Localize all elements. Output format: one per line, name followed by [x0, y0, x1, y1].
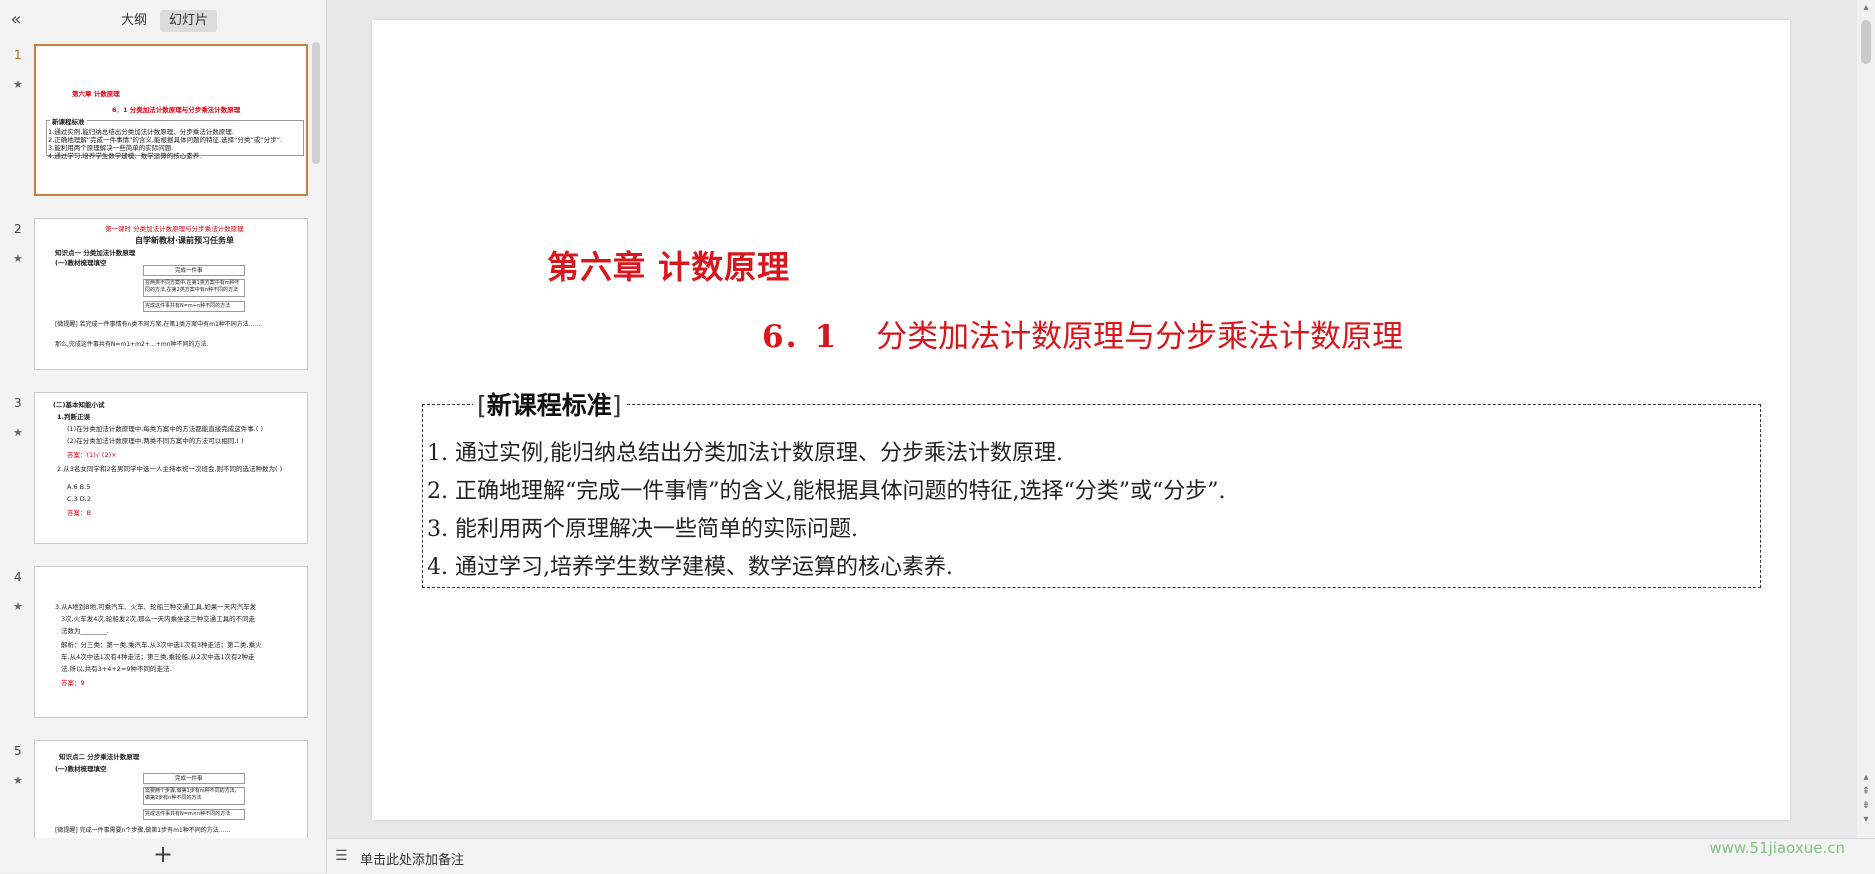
panel-scrollbar[interactable] [312, 42, 320, 164]
thumb-text: 3次,火车发4次,轮船发2次,那么一天内乘坐这三种交通工具的不同走 [61, 615, 256, 623]
thumb-text: 解析：分三类：第一类,乘汽车,从3次中选1次有3种走法；第二类,乘火 [61, 641, 262, 649]
thumb-text: 那么,完成这件事共有N=m1+m2+…+mn种不同的方法. [55, 341, 209, 348]
thumb-text: 在两类不同方案中,在第1类方案中有m种不同的方法,在第2类方案中有n种不同的方法 [145, 280, 240, 293]
scrollbar-thumb[interactable] [1861, 20, 1871, 64]
slide-canvas[interactable]: 第六章 计数原理 6．1 分类加法计数原理与分步乘法计数原理 [新课程标准] 1.… [372, 20, 1790, 820]
thumb-text: 完成这件事共有N=m×n种不同的方法 [145, 811, 231, 817]
slide-thumbnail[interactable]: 知识点二 分步乘法计数原理 (一)教材梳理填空 完成一件事 需要两个步骤,做第1… [34, 740, 308, 838]
animation-star-icon: ★ [13, 774, 23, 787]
thumb-text: 法.所以,共有3+4+2=9种不同的走法. [61, 665, 172, 673]
slide-number: 1 [14, 48, 22, 62]
thumb-text: 知识点一 分类加法计数原理 [55, 249, 136, 257]
thumb-text: 3.从A地到B地,可乘汽车、火车、轮船三种交通工具,如果一天内汽车发 [55, 603, 257, 611]
thumb-text: 知识点二 分步乘法计数原理 [59, 753, 140, 761]
thumb-text: A.6 B.5 [67, 483, 91, 491]
slides-panel: « 大纲 幻灯片 1 ★ 第六章 计数原理 6．1 分类加法计数原理与分步乘法计… [0, 0, 327, 873]
slide-thumbnail-row[interactable]: 3 ★ (二)基本知能小试 1.判断正误 (1)在分类加法计数原理中,每类方案中… [0, 388, 310, 548]
slide-thumbnail[interactable]: 3.从A地到B地,可乘汽车、火车、轮船三种交通工具,如果一天内汽车发 3次,火车… [34, 566, 308, 718]
slide-thumbnail-row[interactable]: 4 ★ 3.从A地到B地,可乘汽车、火车、轮船三种交通工具,如果一天内汽车发 3… [0, 562, 310, 722]
standard-label-text: 新课程标准 [486, 391, 612, 420]
slide-thumbnail[interactable]: (二)基本知能小试 1.判断正误 (1)在分类加法计数原理中,每类方案中的方法都… [34, 392, 308, 544]
previous-slide-icon[interactable]: ⇞ [1860, 786, 1872, 798]
thumb-text: (二)基本知能小试 [53, 401, 105, 409]
thumb-text: 法数为________. [61, 627, 109, 635]
slide-number: 2 [14, 222, 22, 236]
section-title-text: 分类加法计数原理与分步乘法计数原理 [876, 319, 1404, 355]
thumb-text: 4.通过学习,培养学生数学建模、数学运算的核心素养. [48, 152, 202, 160]
slide-thumbnail-row[interactable]: 5 ★ 知识点二 分步乘法计数原理 (一)教材梳理填空 完成一件事 需要两个步骤… [0, 736, 310, 838]
tab-slides[interactable]: 幻灯片 [160, 10, 218, 32]
thumb-text: 第六章 计数原理 [72, 90, 120, 98]
standard-item: 2. 正确地理解“完成一件事情”的含义,能根据具体问题的特征,选择“分类”或“分… [427, 479, 1226, 504]
scroll-up-icon[interactable]: ▴ [1860, 772, 1872, 784]
thumb-text: 1.判断正误 [57, 413, 90, 421]
slide-number: 5 [14, 744, 22, 758]
thumb-text: 第一课时 分类加法计数原理与分步乘法计数原理 [105, 225, 244, 233]
thumb-text: (1)在分类加法计数原理中,每类方案中的方法都能直接完成这件事.( ) [67, 425, 263, 433]
slide-thumbnail[interactable]: 第一课时 分类加法计数原理与分步乘法计数原理 自学新教材·课前预习任务单 知识点… [34, 218, 308, 370]
collapse-panel-icon[interactable]: « [6, 9, 26, 31]
standard-label: [新课程标准] [473, 386, 626, 422]
section-number: 6．1 [762, 319, 837, 355]
slide-number: 3 [14, 396, 22, 410]
thumb-text: [微提醒] 若完成一件事情有n类不同方案,在第1类方案中有m1种不同方法…… [55, 321, 261, 328]
thumb-text: 答案：9 [61, 679, 85, 687]
thumb-text: 车,从4次中选1次有4种走法；第三类,乘轮船,从2次中选1次有2种走 [61, 653, 255, 661]
thumb-text: 需要两个步骤,做第1步有m种不同的方法,做第2步有n种不同的方法 [145, 788, 237, 801]
thumb-text: (一)教材梳理填空 [55, 259, 107, 267]
thumb-text: 完成这件事共有N=m+n种不同的方法 [145, 303, 231, 309]
thumb-text: 答案：B [67, 509, 91, 517]
animation-star-icon: ★ [13, 252, 23, 265]
notes-placeholder[interactable]: 单击此处添加备注 [360, 849, 464, 868]
thumb-text: 新课程标准 [50, 116, 87, 126]
notes-icon: ☰ [335, 848, 348, 864]
curriculum-standard-box[interactable]: [新课程标准] 1. 通过实例,能归纳总结出分类加法计数原理、分步乘法计数原理.… [422, 386, 1761, 588]
thumb-text: 答案：(1)√ (2)× [67, 451, 117, 459]
thumb-text: 2.从3名女同学和2名男同学中选一人主持本班一次班会,则不同的选法种数为( ) [57, 465, 283, 473]
thumb-text: [微提醒] 完成一件事需要n个步骤,做第1步有m1种不同的方法…… [55, 827, 231, 834]
editor-scrollbar[interactable]: ▴ ▴ ⇞ ⇟ ▾ [1857, 0, 1875, 838]
scroll-up-icon[interactable]: ▴ [1860, 2, 1872, 14]
thumb-text: 完成一件事 [175, 776, 203, 782]
add-slide-button[interactable]: + [150, 842, 176, 868]
thumb-text: (2)在分类加法计数原理中,两类不同方案中的方法可以相同.( ) [67, 437, 244, 445]
thumb-text: (一)教材梳理填空 [55, 765, 107, 773]
slide-thumbnail-list: 1 ★ 第六章 计数原理 6．1 分类加法计数原理与分步乘法计数原理 新课程标准… [0, 40, 310, 838]
watermark: www.51jiaoxue.cn [1709, 839, 1845, 857]
thumb-text: C.3 D.2 [67, 495, 92, 503]
slide-editor: 第六章 计数原理 6．1 分类加法计数原理与分步乘法计数原理 [新课程标准] 1.… [327, 0, 1857, 838]
animation-star-icon: ★ [13, 426, 23, 439]
slide-number: 4 [14, 570, 22, 584]
scroll-down-icon[interactable]: ▾ [1860, 814, 1872, 826]
slide-thumbnail-row[interactable]: 1 ★ 第六章 计数原理 6．1 分类加法计数原理与分步乘法计数原理 新课程标准… [0, 40, 310, 200]
thumb-text: 完成一件事 [175, 268, 203, 274]
standard-item: 3. 能利用两个原理解决一些简单的实际问题. [427, 517, 858, 542]
panel-header: « 大纲 幻灯片 [0, 0, 326, 40]
animation-star-icon: ★ [13, 600, 23, 613]
chapter-title[interactable]: 第六章 计数原理 [547, 242, 790, 288]
standard-item: 4. 通过学习,培养学生数学建模、数学运算的核心素养. [427, 555, 953, 580]
next-slide-icon[interactable]: ⇟ [1860, 800, 1872, 812]
notes-bar[interactable]: ☰ 单击此处添加备注 [327, 838, 1875, 874]
slide-thumbnail[interactable]: 第六章 计数原理 6．1 分类加法计数原理与分步乘法计数原理 新课程标准 1.通… [34, 44, 308, 196]
standard-item: 1. 通过实例,能归纳总结出分类加法计数原理、分步乘法计数原理. [427, 441, 1063, 466]
thumb-text: 6．1 分类加法计数原理与分步乘法计数原理 [112, 106, 241, 114]
slide-thumbnail-row[interactable]: 2 ★ 第一课时 分类加法计数原理与分步乘法计数原理 自学新教材·课前预习任务单… [0, 214, 310, 374]
tab-outline[interactable]: 大纲 [112, 10, 156, 32]
animation-star-icon: ★ [13, 78, 23, 91]
section-title[interactable]: 6．1 分类加法计数原理与分步乘法计数原理 [762, 311, 1403, 356]
thumb-text: 自学新教材·课前预习任务单 [135, 236, 235, 245]
